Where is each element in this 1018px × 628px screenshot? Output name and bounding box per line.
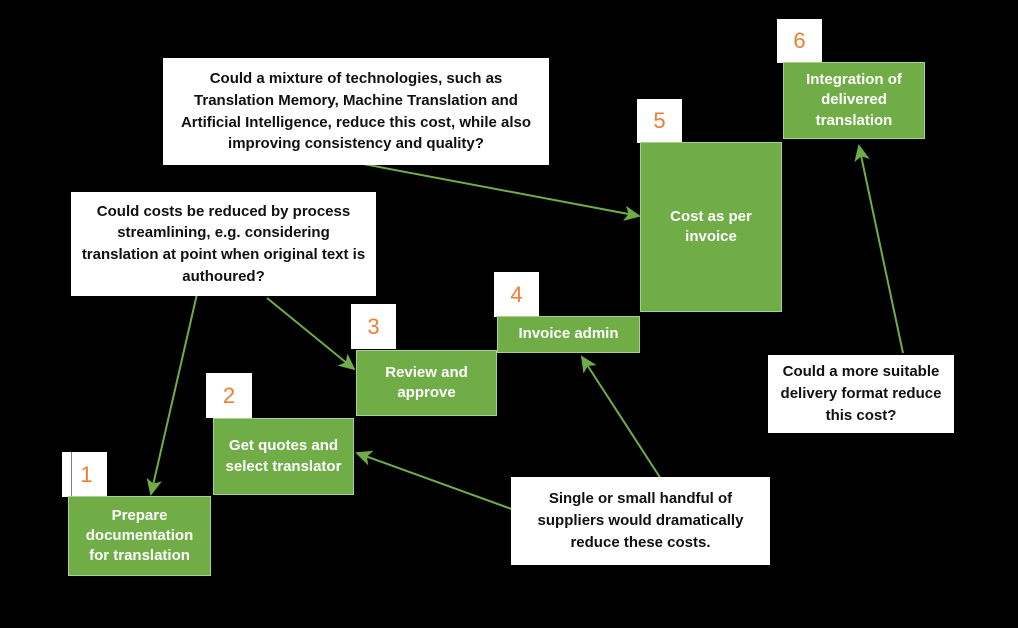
step-badge-number-2: 2 xyxy=(222,382,236,408)
step-box-label-3: Review and approve xyxy=(385,363,468,401)
step-badge-number-3: 3 xyxy=(367,313,380,339)
step-box-label-2: Get quotes and select translator xyxy=(225,437,342,475)
step-box-prepare-documentation[interactable]: Prepare documentation for translation xyxy=(68,496,211,576)
step-badge-number-4: 4 xyxy=(510,281,523,307)
connector-suppliers-to-step2 xyxy=(355,450,518,512)
step-box-cost-as-per-invoice[interactable]: Cost as per invoice xyxy=(640,142,782,312)
step-box-review-approve[interactable]: Review and approve xyxy=(356,350,497,416)
step-box-get-quotes[interactable]: Get quotes and select translator xyxy=(213,418,354,495)
step-badge-number-5: 5 xyxy=(653,108,666,133)
step-badge-5: 5 xyxy=(637,99,682,143)
connector-delivery-format-to-step6 xyxy=(854,144,904,354)
step-badge-3: 3 xyxy=(351,304,396,349)
step-box-label-6: Integration of delivered translation xyxy=(806,71,902,129)
connector-technologies-to-step5 xyxy=(357,162,641,221)
process-diagram-canvas: 1 Prepare documentation for translation … xyxy=(0,0,1018,628)
callout-technologies-mixture[interactable]: Could a mixture of technologies, such as… xyxy=(163,58,549,165)
step-badge-4: 4 xyxy=(494,272,539,317)
callout-technologies-mixture-text: Could a mixture of technologies, such as… xyxy=(180,70,532,153)
step-box-integration-delivered[interactable]: Integration of delivered translation xyxy=(783,62,925,139)
callout-delivery-format[interactable]: Could a more suitable delivery format re… xyxy=(768,355,954,433)
step-badge-number-1: 1 xyxy=(80,461,93,487)
step-badge-2: 2 xyxy=(206,373,252,418)
connector-suppliers-to-step4 xyxy=(580,355,662,480)
step-box-label-1: Prepare documentation for translation xyxy=(85,506,194,565)
callout-supplier-consolidation-text: Single or small handful of suppliers wou… xyxy=(537,490,744,551)
step-badge-6: 6 xyxy=(777,19,822,63)
connector-streamlining-to-step1 xyxy=(146,293,198,496)
callout-process-streamlining-text: Could costs be reduced by process stream… xyxy=(81,202,366,285)
step-badge-1: 1 xyxy=(62,452,107,497)
callout-delivery-format-text: Could a more suitable delivery format re… xyxy=(780,363,942,424)
connector-streamlining-to-step3 xyxy=(266,297,356,371)
step-box-label-5: Cost as per invoice xyxy=(670,207,752,245)
step-box-label-4: Invoice admin xyxy=(518,325,619,343)
callout-process-streamlining[interactable]: Could costs be reduced by process stream… xyxy=(71,192,376,296)
step-box-invoice-admin[interactable]: Invoice admin xyxy=(497,316,640,353)
step-badge-number-6: 6 xyxy=(793,28,806,53)
callout-supplier-consolidation[interactable]: Single or small handful of suppliers wou… xyxy=(511,477,770,565)
